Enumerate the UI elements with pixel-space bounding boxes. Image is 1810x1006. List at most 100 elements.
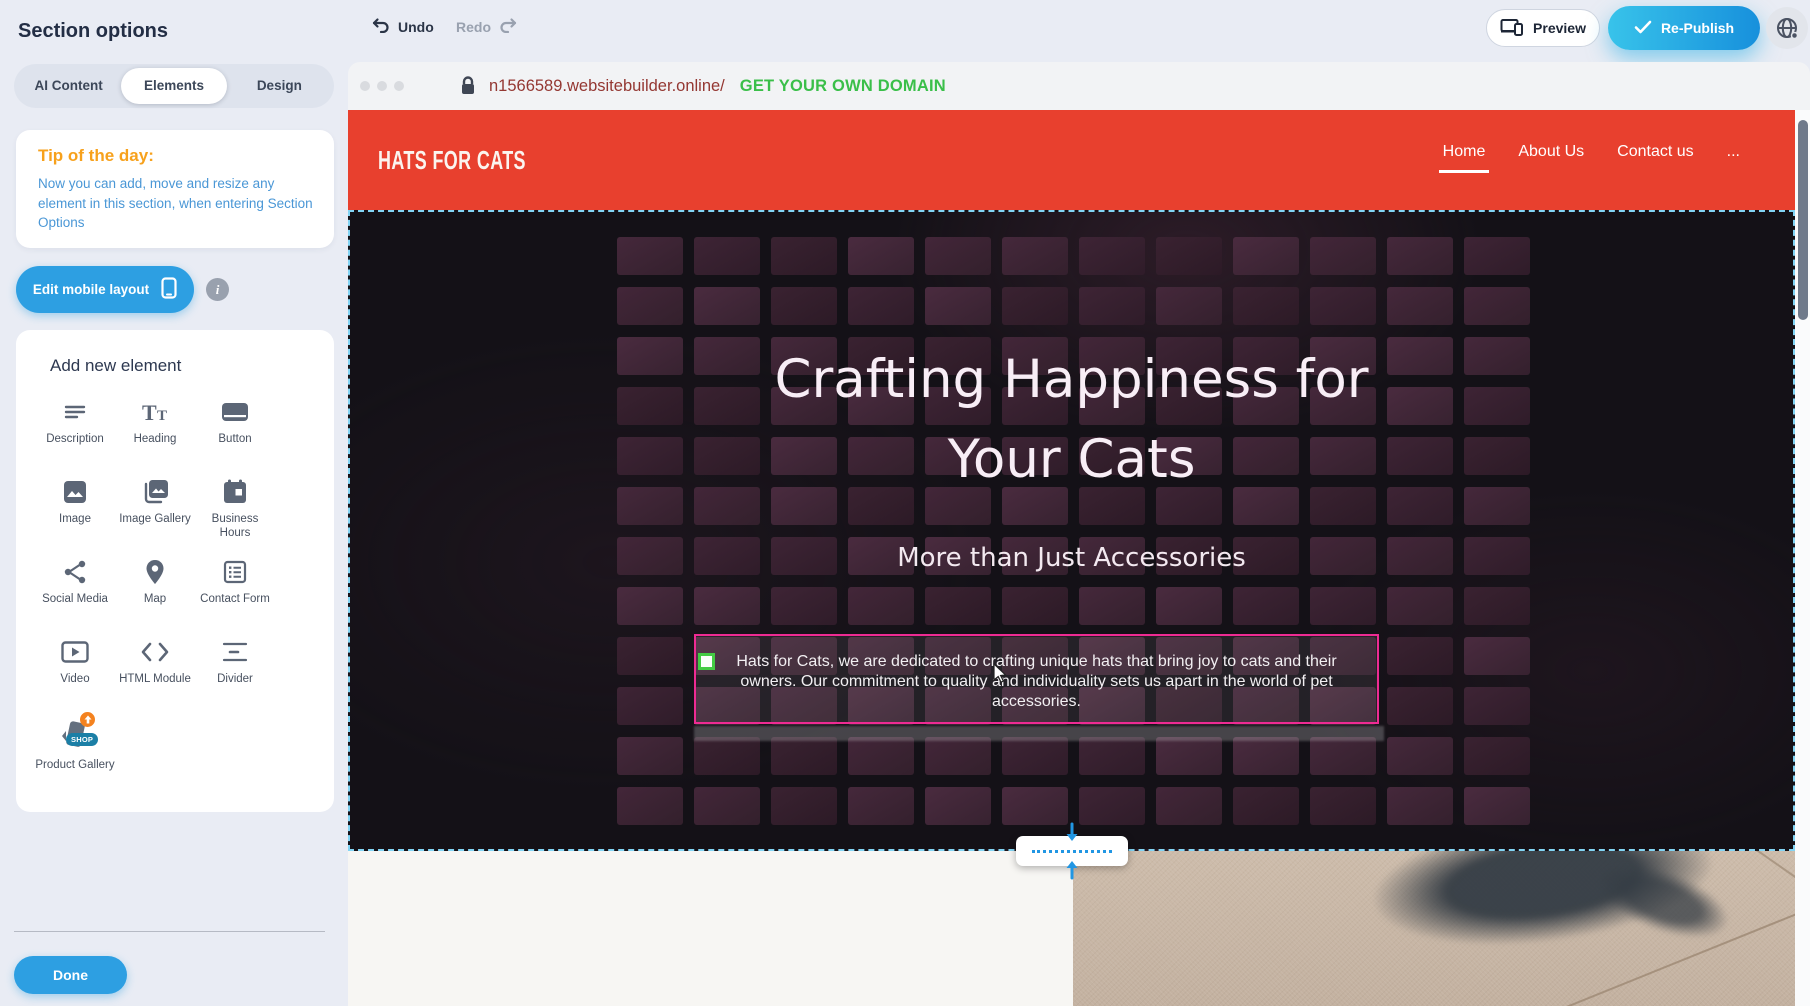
- wall-tile: [1156, 737, 1222, 775]
- redo-icon: [498, 17, 518, 36]
- wall-tile: [1387, 687, 1453, 725]
- description-icon: [62, 397, 88, 427]
- element-video[interactable]: Video: [35, 634, 115, 714]
- hero-subheading[interactable]: More than Just Accessories: [350, 541, 1793, 575]
- traffic-dots: [360, 81, 404, 91]
- wall-tile: [1002, 737, 1068, 775]
- wall-tile: [1387, 237, 1453, 275]
- element-image-gallery[interactable]: Image Gallery: [115, 474, 195, 554]
- element-heading[interactable]: TT Heading: [115, 394, 195, 474]
- wall-tile: [771, 787, 837, 825]
- shop-badge: SHOP: [66, 733, 98, 746]
- next-section-photo[interactable]: [1073, 851, 1795, 1006]
- image-gallery-icon: [141, 477, 169, 507]
- add-element-card: Add new element Description TT Heading B…: [16, 330, 334, 812]
- wall-tile: [771, 237, 837, 275]
- wall-tile: [771, 737, 837, 775]
- upgrade-arrow-icon: [80, 712, 95, 727]
- wall-tile: [1310, 237, 1376, 275]
- wall-tile: [1387, 737, 1453, 775]
- hero-paragraph[interactable]: Hats for Cats, we are dedicated to craft…: [708, 652, 1365, 712]
- done-button[interactable]: Done: [14, 956, 127, 994]
- wall-tile: [1464, 237, 1530, 275]
- nav-about-us[interactable]: About Us: [1518, 143, 1584, 173]
- selected-text-element[interactable]: Hats for Cats, we are dedicated to craft…: [694, 634, 1379, 724]
- wall-tile: [1464, 687, 1530, 725]
- undo-label: Undo: [398, 19, 434, 35]
- wall-tile: [694, 737, 760, 775]
- element-social-media[interactable]: Social Media: [35, 554, 115, 634]
- wall-tile: [1387, 787, 1453, 825]
- wall-tile: [617, 737, 683, 775]
- info-icon[interactable]: i: [206, 278, 229, 301]
- wall-tile: [1079, 237, 1145, 275]
- wall-tile: [1233, 737, 1299, 775]
- nav-home[interactable]: Home: [1443, 143, 1486, 173]
- republish-button[interactable]: Re-Publish: [1608, 6, 1760, 50]
- element-html-module[interactable]: HTML Module: [115, 634, 195, 714]
- element-contact-form[interactable]: Contact Form: [195, 554, 275, 634]
- mouse-cursor: [993, 663, 1010, 688]
- wall-tile: [1387, 637, 1453, 675]
- element-description[interactable]: Description: [35, 394, 115, 474]
- wall-tile: [1156, 587, 1222, 625]
- element-drop-shadow: [694, 726, 1384, 741]
- element-grid: Description TT Heading Button Image: [35, 394, 275, 794]
- devices-icon: [1500, 18, 1524, 39]
- wall-tile: [617, 287, 683, 325]
- edit-mobile-layout-button[interactable]: Edit mobile layout: [16, 266, 194, 313]
- wall-tile: [1464, 737, 1530, 775]
- language-globe-button[interactable]: [1766, 7, 1808, 49]
- product-gallery-icon: SHOP: [58, 717, 92, 753]
- undo-button[interactable]: Undo: [371, 17, 434, 36]
- traffic-dot: [360, 81, 370, 91]
- element-button[interactable]: Button: [195, 394, 275, 474]
- wall-tile: [1002, 587, 1068, 625]
- wall-tile: [1464, 287, 1530, 325]
- undo-icon: [371, 17, 391, 36]
- nav-active-underline: [1439, 170, 1489, 173]
- wall-tile: [1079, 737, 1145, 775]
- wall-tile: [1156, 287, 1222, 325]
- redo-label: Redo: [456, 19, 491, 35]
- scrollbar-thumb[interactable]: [1798, 120, 1808, 320]
- tab-design[interactable]: Design: [227, 68, 332, 104]
- element-divider[interactable]: Divider: [195, 634, 275, 714]
- resize-arrows-icon: [1060, 822, 1084, 885]
- wall-tile: [848, 737, 914, 775]
- nav-more-ellipsis[interactable]: ...: [1727, 143, 1740, 173]
- element-image[interactable]: Image: [35, 474, 115, 554]
- wall-tile: [1464, 787, 1530, 825]
- globe-icon: [1775, 16, 1799, 40]
- element-map[interactable]: Map: [115, 554, 195, 634]
- sidebar-divider: [14, 931, 325, 932]
- wall-tile: [1464, 587, 1530, 625]
- element-business-hours[interactable]: Business Hours: [195, 474, 275, 554]
- hero-heading[interactable]: Crafting Happiness for Your Cats: [350, 340, 1793, 500]
- wall-tile: [1464, 637, 1530, 675]
- site-header[interactable]: HATS FOR CATS Home About Us Contact us .…: [348, 110, 1795, 210]
- business-hours-icon: [223, 477, 247, 507]
- hero-section-selected[interactable]: Crafting Happiness for Your Cats More th…: [348, 210, 1795, 851]
- nav-contact-us[interactable]: Contact us: [1617, 143, 1693, 173]
- element-drag-handle[interactable]: [698, 653, 715, 670]
- svg-text:T: T: [157, 408, 167, 424]
- get-domain-link[interactable]: GET YOUR OWN DOMAIN: [740, 77, 946, 96]
- site-logo: HATS FOR CATS: [378, 145, 526, 175]
- wall-tile: [1002, 237, 1068, 275]
- wall-tile: [617, 637, 683, 675]
- next-section-left[interactable]: [348, 851, 1073, 1006]
- done-label: Done: [53, 967, 88, 983]
- page-title: Section options: [18, 20, 168, 43]
- tab-ai-content[interactable]: AI Content: [16, 68, 121, 104]
- redo-button[interactable]: Redo: [456, 17, 518, 36]
- wall-tile: [925, 287, 991, 325]
- builder-window: Section options Undo Redo Preview Re-Pub…: [0, 0, 1810, 1006]
- preview-button[interactable]: Preview: [1486, 9, 1600, 47]
- tab-elements[interactable]: Elements: [121, 68, 226, 104]
- button-icon: [221, 397, 249, 427]
- site-nav: Home About Us Contact us ...: [1443, 143, 1740, 173]
- wall-tile: [771, 587, 837, 625]
- wall-tile: [771, 287, 837, 325]
- element-product-gallery[interactable]: SHOP Product Gallery: [35, 714, 115, 794]
